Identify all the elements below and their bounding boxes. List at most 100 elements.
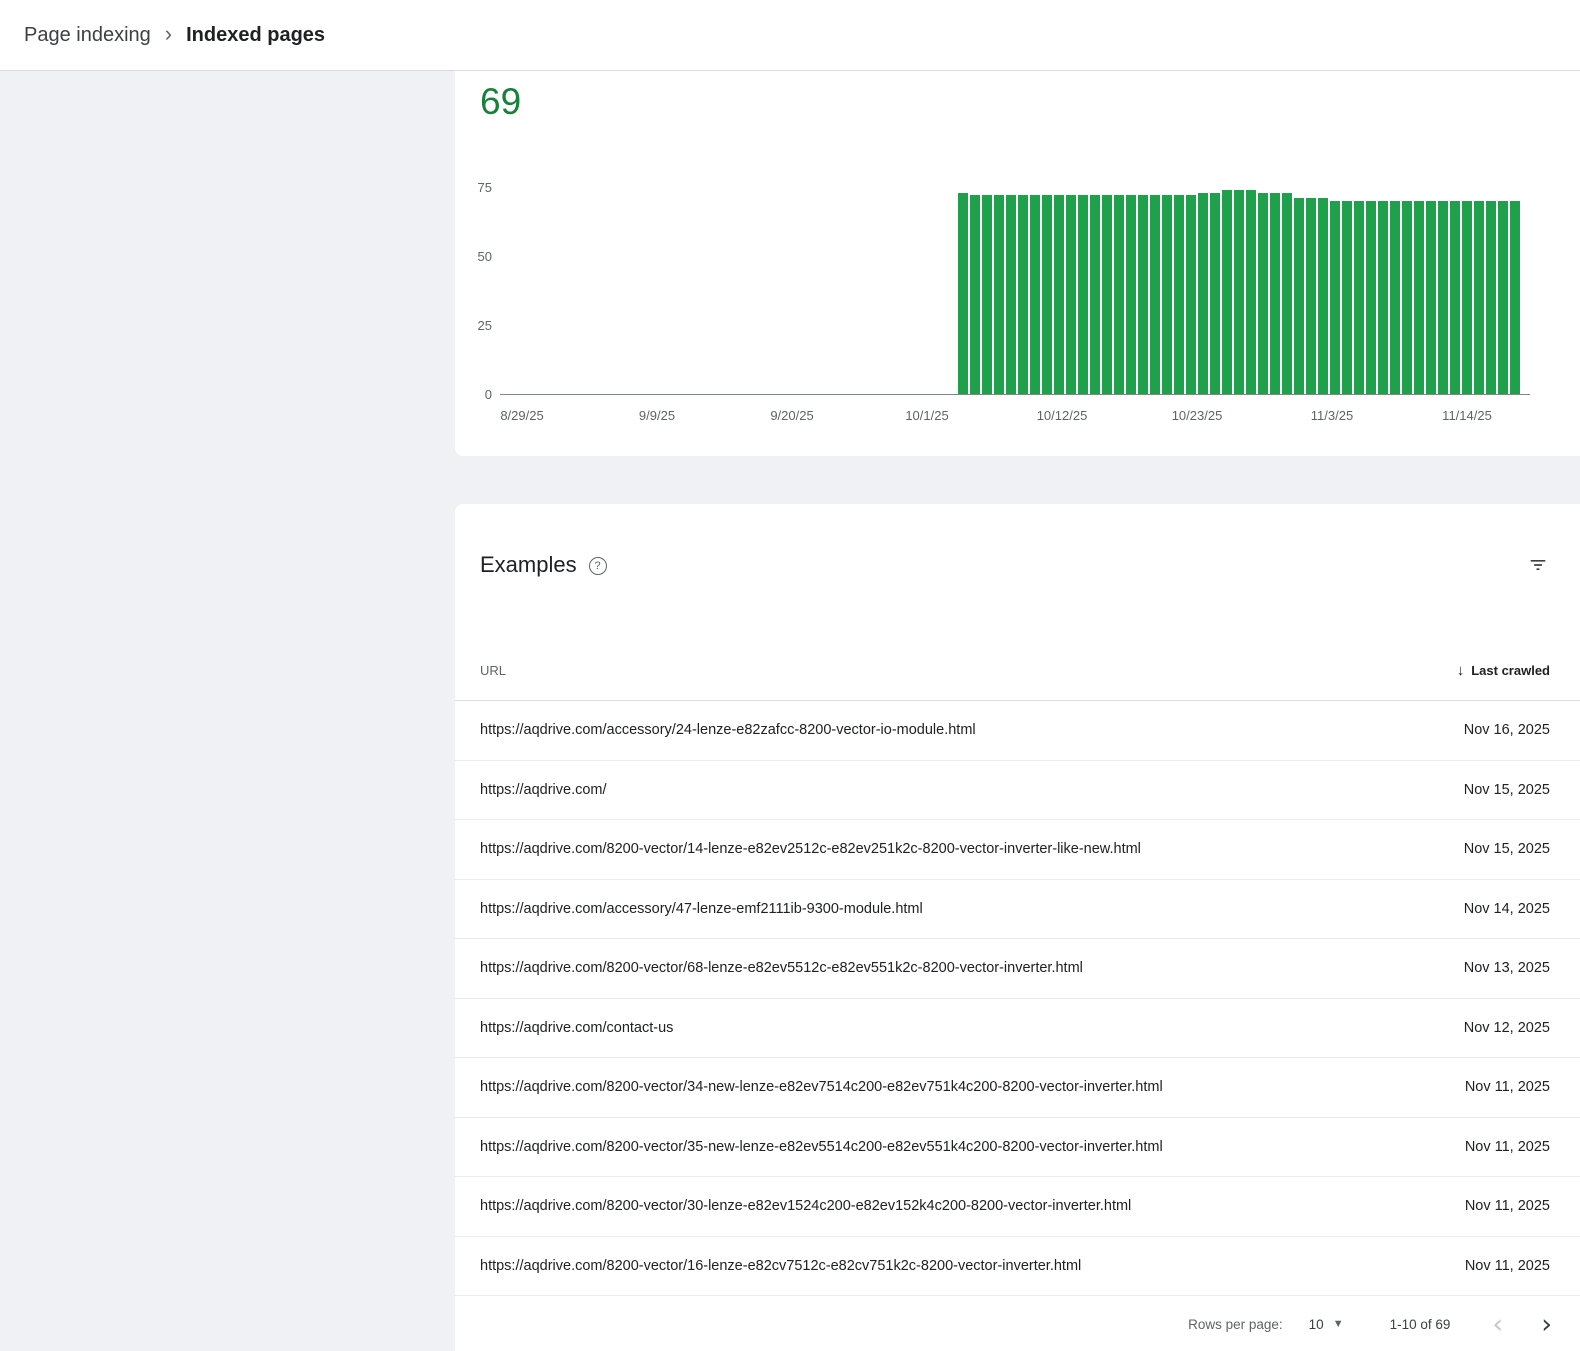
chart-bar[interactable] bbox=[1486, 201, 1496, 394]
chart-bar[interactable] bbox=[1318, 198, 1328, 394]
url-cell: https://aqdrive.com/ bbox=[480, 782, 607, 798]
url-cell: https://aqdrive.com/8200-vector/68-lenze… bbox=[480, 960, 1083, 976]
url-cell: https://aqdrive.com/8200-vector/14-lenze… bbox=[480, 841, 1141, 857]
chart-bar[interactable] bbox=[1354, 201, 1364, 394]
chart-bar[interactable] bbox=[1450, 201, 1460, 394]
chart-bar[interactable] bbox=[1330, 201, 1340, 394]
x-axis-label: 9/20/25 bbox=[770, 408, 813, 423]
sort-descending-icon: ↓ bbox=[1457, 662, 1465, 679]
chart-bar[interactable] bbox=[1402, 201, 1412, 394]
breadcrumb-page-indexing-link[interactable]: Page indexing bbox=[24, 24, 151, 47]
chart-bar[interactable] bbox=[1066, 195, 1076, 394]
chart-bar[interactable] bbox=[1114, 195, 1124, 394]
chart-bar[interactable] bbox=[1054, 195, 1064, 394]
rows-per-page-label: Rows per page: bbox=[1188, 1317, 1283, 1332]
indexed-count: 69 bbox=[480, 81, 521, 123]
x-axis-label: 11/14/25 bbox=[1442, 408, 1492, 423]
chart-bar[interactable] bbox=[1090, 195, 1100, 394]
chart-bar[interactable] bbox=[1150, 195, 1160, 394]
chart-bar[interactable] bbox=[1366, 201, 1376, 394]
y-axis-label: 25 bbox=[448, 318, 492, 334]
last-crawled-cell: Nov 11, 2025 bbox=[1465, 1139, 1550, 1155]
chart-bar[interactable] bbox=[1198, 193, 1208, 394]
chart-bar[interactable] bbox=[1342, 201, 1352, 394]
chart-bar[interactable] bbox=[1282, 193, 1292, 394]
chart-bar[interactable] bbox=[1462, 201, 1472, 394]
table-row[interactable]: https://aqdrive.com/8200-vector/68-lenze… bbox=[455, 939, 1580, 999]
table-row[interactable]: https://aqdrive.com/8200-vector/34-new-l… bbox=[455, 1058, 1580, 1118]
chart-bar[interactable] bbox=[1378, 201, 1388, 394]
chart-bar[interactable] bbox=[1042, 195, 1052, 394]
table-row[interactable]: https://aqdrive.com/8200-vector/16-lenze… bbox=[455, 1237, 1580, 1297]
chart-bars bbox=[958, 190, 1520, 394]
chart-bar[interactable] bbox=[1246, 190, 1256, 394]
chart-bar[interactable] bbox=[1414, 201, 1424, 394]
table-row[interactable]: https://aqdrive.com/contact-us Nov 12, 2… bbox=[455, 999, 1580, 1059]
rows-per-page-select[interactable]: 10 ▼ bbox=[1309, 1317, 1344, 1332]
chart-bar[interactable] bbox=[1138, 195, 1148, 394]
y-axis-label: 50 bbox=[448, 249, 492, 265]
content-area: 69 02550758/29/259/9/259/20/2510/1/2510/… bbox=[0, 71, 1580, 1351]
last-crawled-cell: Nov 11, 2025 bbox=[1465, 1258, 1550, 1274]
last-crawled-cell: Nov 11, 2025 bbox=[1465, 1079, 1550, 1095]
chart-bar[interactable] bbox=[1510, 201, 1520, 394]
next-page-button[interactable]: › bbox=[1541, 1311, 1552, 1338]
chart-bar[interactable] bbox=[1474, 201, 1484, 394]
table-header-row: URL ↓ Last crawled bbox=[455, 641, 1580, 701]
chart-bar[interactable] bbox=[1210, 193, 1220, 394]
chart-bar[interactable] bbox=[1174, 195, 1184, 394]
chart-bar[interactable] bbox=[1186, 195, 1196, 394]
url-cell: https://aqdrive.com/8200-vector/35-new-l… bbox=[480, 1139, 1163, 1155]
table-row[interactable]: https://aqdrive.com/ Nov 15, 2025 bbox=[455, 761, 1580, 821]
y-axis-label: 0 bbox=[448, 387, 492, 403]
chart-bar[interactable] bbox=[1006, 195, 1016, 394]
chart-bar[interactable] bbox=[982, 195, 992, 394]
url-column-header: URL bbox=[480, 663, 506, 678]
examples-title: Examples bbox=[480, 552, 577, 578]
chart-bar[interactable] bbox=[1162, 195, 1172, 394]
url-cell: https://aqdrive.com/contact-us bbox=[480, 1020, 673, 1036]
table-row[interactable]: https://aqdrive.com/8200-vector/35-new-l… bbox=[455, 1118, 1580, 1178]
pagination-range: 1-10 of 69 bbox=[1390, 1317, 1451, 1332]
chart-bar[interactable] bbox=[1270, 193, 1280, 394]
chart-bar[interactable] bbox=[1018, 195, 1028, 394]
chart-bar[interactable] bbox=[1258, 193, 1268, 394]
help-icon[interactable]: ? bbox=[589, 557, 607, 575]
chart-bar[interactable] bbox=[1030, 195, 1040, 394]
table-row[interactable]: https://aqdrive.com/8200-vector/30-lenze… bbox=[455, 1177, 1580, 1237]
chart-bar[interactable] bbox=[1234, 190, 1244, 394]
url-cell: https://aqdrive.com/8200-vector/16-lenze… bbox=[480, 1258, 1081, 1274]
chart-bar[interactable] bbox=[970, 195, 980, 394]
chart-bar[interactable] bbox=[1390, 201, 1400, 394]
chart-bar[interactable] bbox=[994, 195, 1004, 394]
last-crawled-sort-header[interactable]: ↓ Last crawled bbox=[1457, 662, 1550, 679]
url-cell: https://aqdrive.com/accessory/24-lenze-e… bbox=[480, 722, 976, 738]
filter-icon[interactable] bbox=[1528, 555, 1548, 575]
chart-bar[interactable] bbox=[1102, 195, 1112, 394]
chart-bar[interactable] bbox=[1126, 195, 1136, 394]
last-crawled-cell: Nov 14, 2025 bbox=[1464, 901, 1550, 917]
chart-bar[interactable] bbox=[1426, 201, 1436, 394]
chart-bar[interactable] bbox=[958, 193, 968, 394]
chart-plot: 02550758/29/259/9/259/20/2510/1/2510/12/… bbox=[500, 161, 1530, 395]
breadcrumb-current: Indexed pages bbox=[186, 24, 325, 47]
x-axis-label: 11/3/25 bbox=[1311, 408, 1353, 423]
chart-bar[interactable] bbox=[1498, 201, 1508, 394]
table-footer: Rows per page: 10 ▼ 1-10 of 69 ‹ › bbox=[455, 1296, 1580, 1351]
table-row[interactable]: https://aqdrive.com/accessory/47-lenze-e… bbox=[455, 880, 1580, 940]
examples-card: Examples ? URL ↓ Last crawled https://aq… bbox=[455, 504, 1580, 1351]
chart-bar[interactable] bbox=[1222, 190, 1232, 394]
previous-page-button[interactable]: ‹ bbox=[1492, 1311, 1503, 1338]
breadcrumb: Page indexing › Indexed pages bbox=[0, 0, 1580, 71]
last-crawled-cell: Nov 13, 2025 bbox=[1464, 960, 1550, 976]
chart-bar[interactable] bbox=[1306, 198, 1316, 394]
chart-bar[interactable] bbox=[1294, 198, 1304, 394]
x-axis-label: 9/9/25 bbox=[639, 408, 675, 423]
dropdown-caret-icon: ▼ bbox=[1333, 1318, 1344, 1330]
chart-bar[interactable] bbox=[1438, 201, 1448, 394]
last-crawled-cell: Nov 11, 2025 bbox=[1465, 1198, 1550, 1214]
table-row[interactable]: https://aqdrive.com/accessory/24-lenze-e… bbox=[455, 701, 1580, 761]
chart-bar[interactable] bbox=[1078, 195, 1088, 394]
x-axis-label: 8/29/25 bbox=[500, 408, 543, 423]
table-row[interactable]: https://aqdrive.com/8200-vector/14-lenze… bbox=[455, 820, 1580, 880]
